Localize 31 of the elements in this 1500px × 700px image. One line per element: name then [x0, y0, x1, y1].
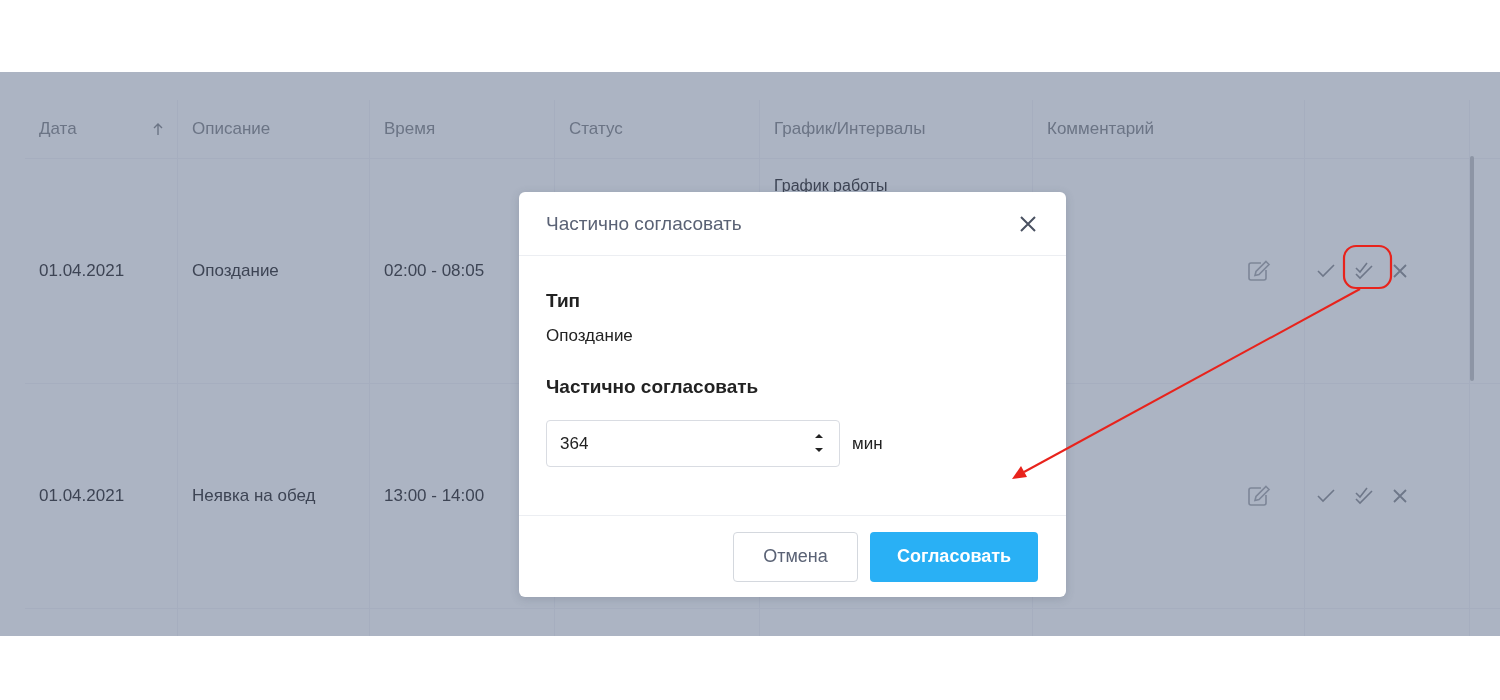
field-label: Частично согласовать — [546, 376, 759, 398]
table-cell: 13:00 - 14:00 — [384, 486, 485, 506]
column-header[interactable]: График/Интервалы — [774, 119, 926, 139]
edit-icon[interactable] — [1247, 485, 1271, 507]
table-cell: Опоздание — [192, 261, 279, 281]
check-icon[interactable] — [1317, 264, 1335, 278]
check-icon[interactable] — [1317, 489, 1335, 503]
column-header[interactable]: Время — [384, 119, 436, 139]
double-check-icon[interactable] — [1355, 487, 1373, 505]
confirm-button[interactable]: Согласовать — [870, 531, 1038, 582]
double-check-icon[interactable] — [1355, 262, 1373, 280]
table-cell: График работы — [774, 177, 888, 195]
table-cell: 01.04.2021 — [39, 261, 125, 281]
column-header[interactable]: Дата — [39, 119, 77, 139]
highlight-ring — [1342, 244, 1393, 290]
unit-label: мин — [852, 433, 883, 454]
dialog-title: Частично согласовать — [546, 212, 742, 235]
sort-arrow-icon[interactable] — [153, 122, 163, 136]
field-value: Опоздание — [546, 326, 633, 346]
number-field[interactable]: 364 — [546, 420, 840, 467]
table-cell: 01.04.2021 — [39, 486, 125, 506]
close-icon[interactable] — [1020, 215, 1036, 232]
table-cell: Неявка на обед — [192, 486, 316, 506]
table-cell: 02:00 - 08:05 — [384, 261, 485, 281]
edit-icon[interactable] — [1247, 260, 1271, 282]
spinner-icon[interactable] — [814, 431, 824, 455]
cancel-button[interactable]: Отмена — [733, 531, 858, 582]
column-header[interactable]: Статус — [569, 119, 623, 139]
column-header[interactable]: Описание — [192, 119, 271, 139]
column-header[interactable]: Комментарий — [1047, 119, 1155, 139]
field-label: Тип — [546, 290, 581, 312]
